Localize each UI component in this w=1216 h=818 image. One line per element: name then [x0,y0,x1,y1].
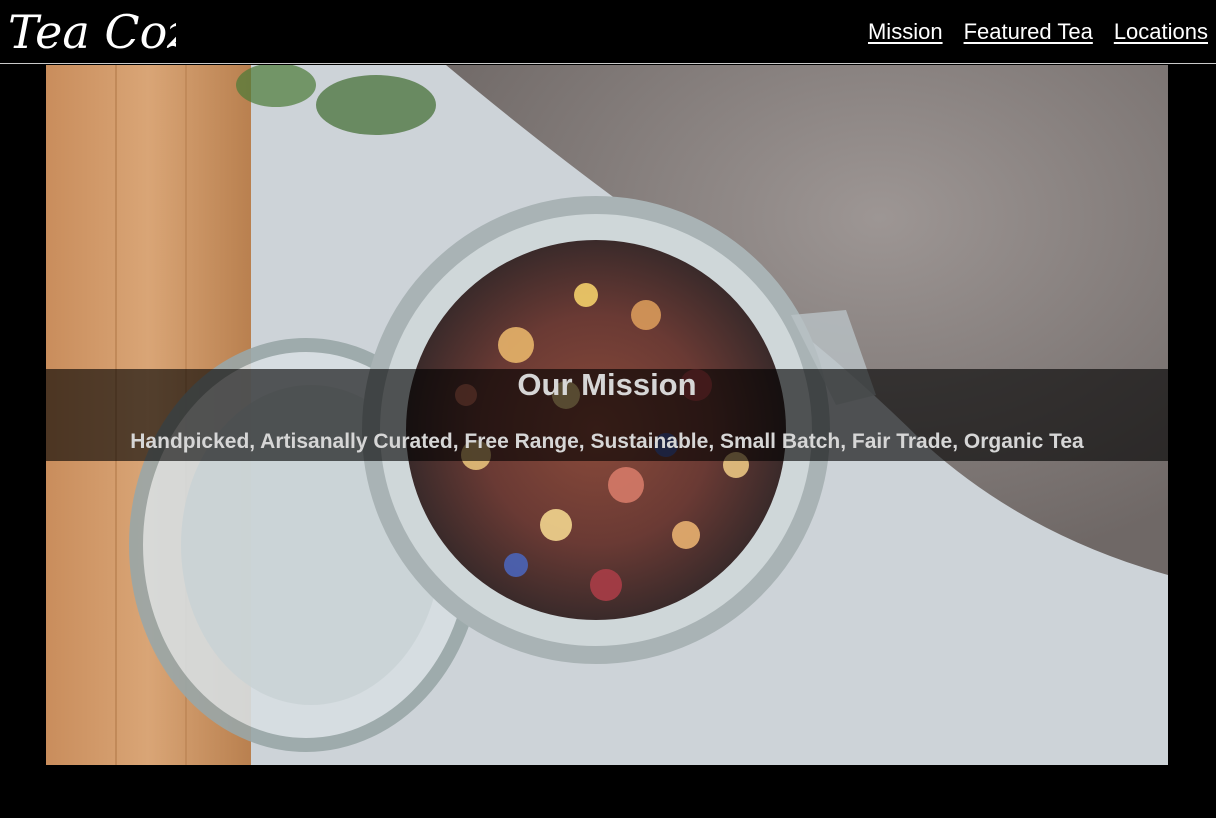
logo[interactable]: Tea Cozy [6,2,176,60]
nav-link-featured-tea[interactable]: Featured Tea [964,18,1093,46]
nav-link-mission[interactable]: Mission [868,18,943,46]
logo-text: Tea Cozy [8,5,176,59]
mission-title: Our Mission [517,367,697,402]
mission-banner: Our Mission Handpicked, Artisanally Cura… [46,369,1168,461]
mission-subtitle: Handpicked, Artisanally Curated, Free Ra… [130,430,1084,453]
main-nav: Mission Featured Tea Locations [868,18,1208,46]
site-header: Tea Cozy Mission Featured Tea Locations [0,0,1216,64]
nav-link-locations[interactable]: Locations [1114,18,1208,46]
